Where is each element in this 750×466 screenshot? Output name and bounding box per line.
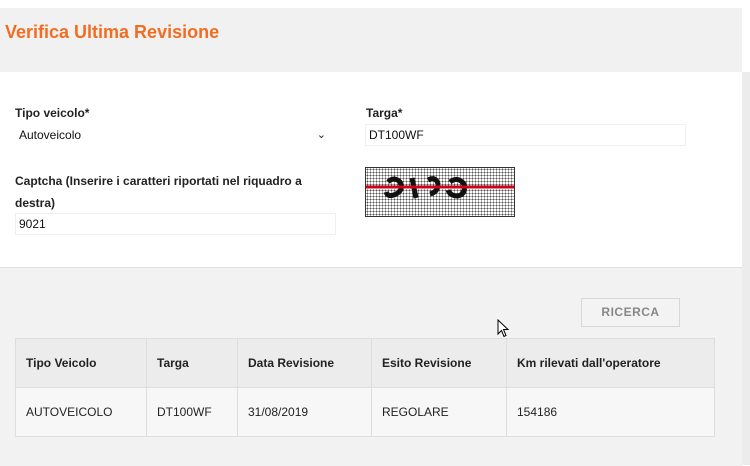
- column-header: Km rilevati dall'operatore: [506, 338, 715, 388]
- vehicle-type-value: Autoveicolo: [19, 128, 82, 142]
- plate-input[interactable]: DT100WF: [365, 124, 686, 146]
- column-header: Targa: [146, 338, 238, 388]
- vehicle-type-label: Tipo veicolo*: [15, 106, 90, 120]
- captcha-image: [365, 167, 515, 217]
- page-header: Verifica Ultima Revisione: [0, 8, 742, 72]
- table-cell: 154186: [506, 387, 715, 437]
- search-button[interactable]: RICERCA: [581, 298, 680, 327]
- table-cell: AUTOVEICOLO: [15, 387, 147, 437]
- captcha-label: Captcha (Inserire i caratteri riportati …: [15, 174, 302, 210]
- column-header: Data Revisione: [237, 338, 372, 388]
- captcha-input[interactable]: 9021: [15, 213, 336, 235]
- table-header-row: Tipo Veicolo Targa Data Revisione Esito …: [15, 338, 715, 388]
- results-table: Tipo Veicolo Targa Data Revisione Esito …: [15, 338, 715, 437]
- results-panel: RICERCA Tipo Veicolo Targa Data Revision…: [0, 267, 742, 466]
- top-strip: [0, 0, 750, 8]
- captcha-graphic: [366, 176, 514, 199]
- table-cell: DT100WF: [146, 387, 238, 437]
- plate-label: Targa*: [366, 106, 403, 120]
- table-cell: REGOLARE: [371, 387, 507, 437]
- mouse-cursor-icon: [497, 318, 511, 344]
- table-cell: 31/08/2019: [237, 387, 372, 437]
- table-row: AUTOVEICOLO DT100WF 31/08/2019 REGOLARE …: [15, 387, 715, 437]
- column-header: Tipo Veicolo: [15, 338, 147, 388]
- scrollbar-track[interactable]: [742, 72, 750, 465]
- chevron-down-icon: ⌄: [316, 129, 326, 141]
- search-form: Tipo veicolo* Autoveicolo ⌄ Targa* DT100…: [0, 72, 742, 267]
- page-title: Verifica Ultima Revisione: [5, 22, 220, 42]
- vehicle-type-select[interactable]: Autoveicolo ⌄: [15, 124, 330, 146]
- column-header: Esito Revisione: [371, 338, 507, 388]
